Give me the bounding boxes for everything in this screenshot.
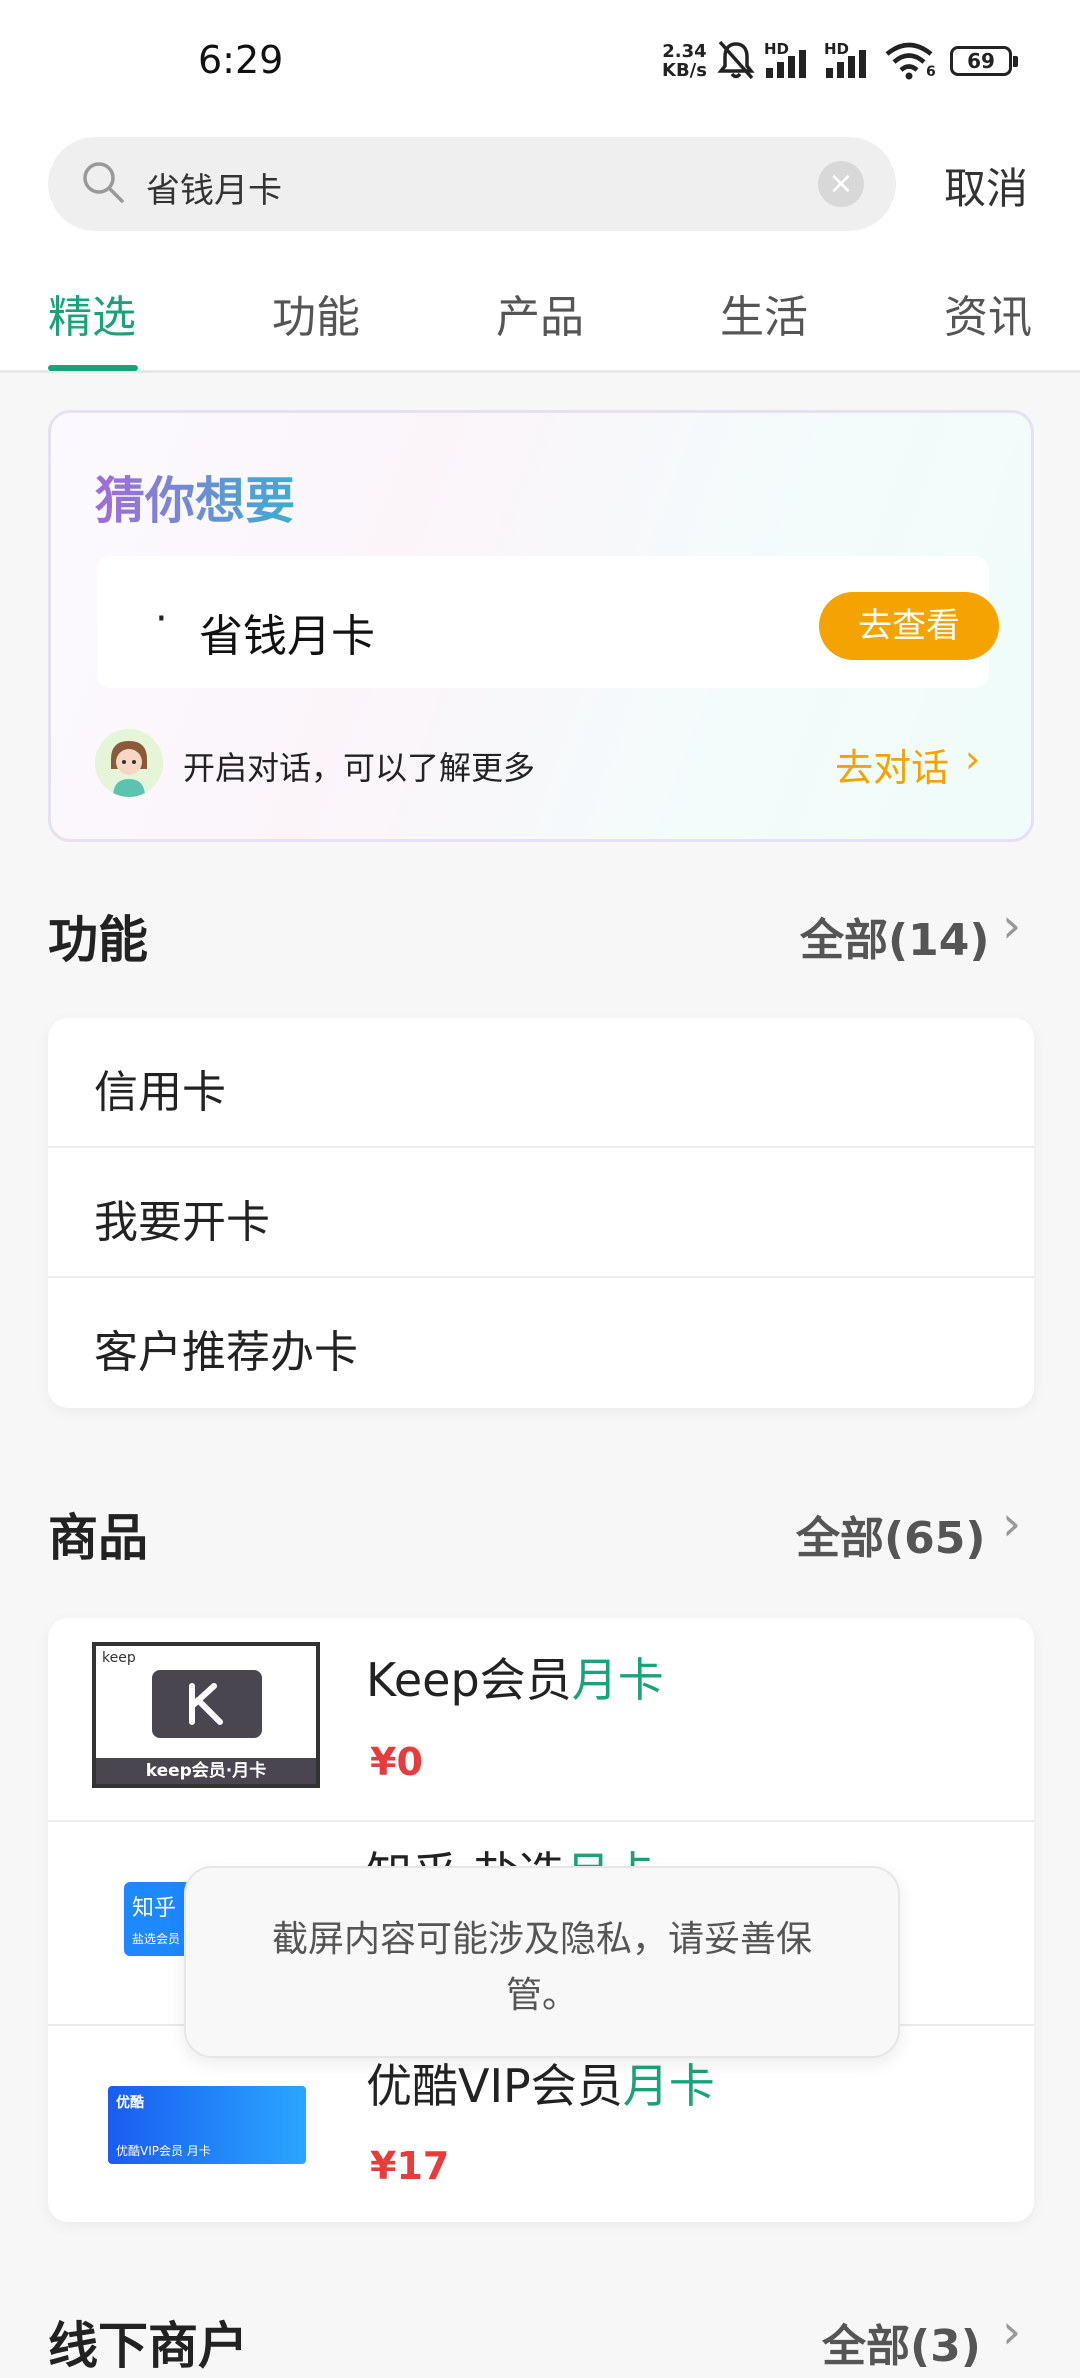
function-label: 客户推荐办卡 [94,1327,358,1378]
chevron-right-icon[interactable]: › [1002,2304,1021,2360]
list-item[interactable]: 客户推荐办卡 [48,1278,1034,1406]
status-time: 6:29 [198,38,284,82]
functions-title: 功能 [48,911,148,969]
offline-all-link[interactable]: 全部(3) [822,2310,981,2374]
product-price: ¥17 [370,2144,450,2188]
thumb-caption: keep会员·月卡 [96,1758,316,1784]
chevron-right-icon[interactable]: › [1002,898,1021,954]
thumb-brand: keep [102,1650,136,1666]
youku-thumbnail: 优酷 优酷VIP会员 月卡 [108,2086,306,2164]
clear-icon[interactable]: × [818,161,864,207]
functions-list: 信用卡 我要开卡 客户推荐办卡 [48,1018,1034,1408]
bullet-icon: · [155,596,168,642]
product-name-text: 优酷VIP会员 [366,2059,623,2113]
assistant-avatar-icon [95,729,163,797]
product-name-highlight: 月卡 [571,1653,664,1707]
thumb-caption: 优酷VIP会员 月卡 [116,2144,211,2158]
keep-thumbnail: keep keep会员·月卡 [92,1642,320,1788]
tab-life[interactable]: 生活 [720,281,808,345]
goods-title: 商品 [48,1509,148,1567]
tab-selected[interactable]: 精选 [48,281,136,345]
functions-all-link[interactable]: 全部(14) [800,904,989,968]
tab-indicator [48,365,138,371]
goods-all-link[interactable]: 全部(65) [796,1502,985,1566]
product-row[interactable]: keep keep会员·月卡 Keep会员月卡 ¥0 [48,1618,1034,1822]
cancel-button[interactable]: 取消 [944,155,1028,216]
chevron-right-icon[interactable]: › [965,737,980,781]
search-header: 省钱月卡 × 取消 [0,125,1080,245]
function-label: 信用卡 [94,1067,226,1118]
battery-indicator: 69 [950,46,1018,76]
toast-text: 截屏内容可能涉及隐私，请妥善保管。 [271,1919,812,2016]
guess-card: 猜你想要 · 省钱月卡 去查看 开启对话，可以了解更多 去对话 › [48,410,1034,842]
tab-news[interactable]: 资讯 [944,281,1032,345]
list-item[interactable]: 我要开卡 [48,1148,1034,1278]
chevron-right-icon[interactable]: › [1002,1496,1021,1552]
wifi-label: 6 [926,64,936,80]
thumb-caption: 盐选会员 [132,1932,181,1946]
net-speed-value: 2.34 [662,41,707,62]
privacy-toast: 截屏内容可能涉及隐私，请妥善保管。 [184,1866,900,2058]
offline-title: 线下商户 [48,2317,248,2375]
search-icon [83,162,124,203]
chat-hint: 开启对话，可以了解更多 [183,749,536,787]
product-name: 优酷VIP会员月卡 [366,2050,715,2116]
tab-products[interactable]: 产品 [496,281,584,345]
go-chat-link[interactable]: 去对话 [835,737,949,792]
guess-item-text: 省钱月卡 [199,611,375,662]
signal-icon-1 [766,50,806,78]
view-button[interactable]: 去查看 [819,592,999,660]
product-name-highlight: 月卡 [622,2059,715,2113]
signal-icon-2 [826,50,866,78]
guess-title: 猜你想要 [95,461,295,533]
tab-functions[interactable]: 功能 [272,281,360,345]
search-query: 省钱月卡 [146,171,282,211]
guess-item[interactable]: · 省钱月卡 去查看 [97,556,999,688]
list-item[interactable]: 信用卡 [48,1018,1034,1148]
mute-bell-icon [717,40,755,80]
product-name-text: Keep会员 [366,1653,572,1707]
net-speed-unit: KB/s [662,60,707,81]
category-tabs: 精选 功能 产品 生活 资讯 [0,245,1080,373]
search-input[interactable]: 省钱月卡 × [48,137,896,231]
product-name: Keep会员月卡 [366,1644,664,1710]
product-price: ¥0 [370,1740,423,1784]
net-speed: 2.34 KB/s [662,42,707,80]
function-label: 我要开卡 [94,1197,270,1248]
thumb-brand: 知乎 [132,1896,177,1921]
thumb-brand: 优酷 [116,2095,144,2111]
status-bar: 6:29 2.34 KB/s HD HD 6 69 [0,0,1080,125]
keep-logo-icon [152,1670,262,1738]
